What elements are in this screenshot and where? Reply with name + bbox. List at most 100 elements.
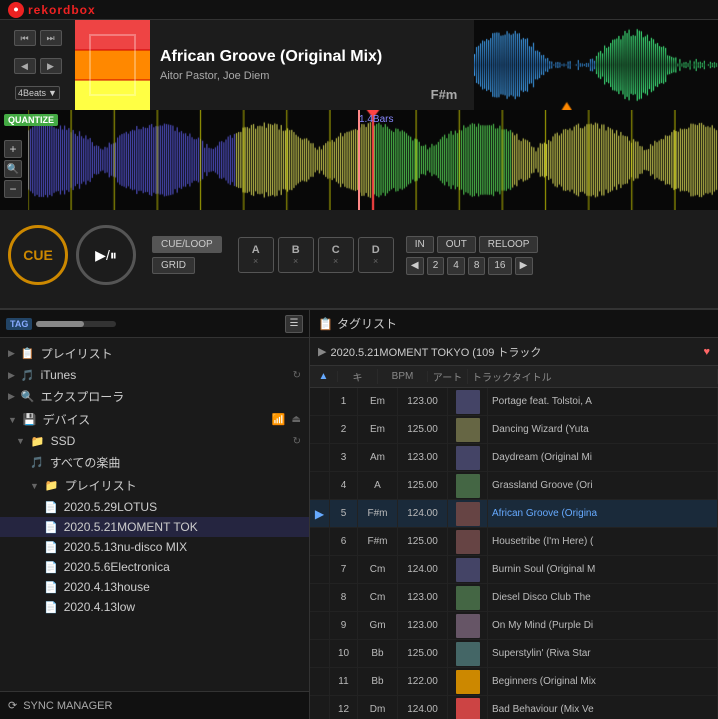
table-row[interactable]: 7 Cm 124.00 Burnin Soul (Original M (310, 556, 718, 584)
grid-btns: GRID (152, 257, 222, 274)
track-bpm: 123.00 (398, 612, 448, 639)
explorer-icon: 🔍 (21, 390, 35, 403)
in-btn[interactable]: IN (406, 236, 434, 253)
prev-btn[interactable]: ⏮ (14, 30, 36, 46)
track-art (448, 612, 488, 639)
loop-nav-row: ◀ 2 4 8 16 ▶ (406, 257, 539, 275)
transport-left: ⏮ ⏭ ◀ ▶ 4Beats ▼ (0, 20, 75, 110)
ssd-refresh[interactable]: ↻ (293, 436, 301, 447)
table-row[interactable]: 11 Bb 122.00 Beginners (Original Mix (310, 668, 718, 696)
table-row[interactable]: 2 Em 125.00 Dancing Wizard (Yuta (310, 416, 718, 444)
explorer-label: エクスプローラ (41, 388, 301, 405)
beats-select[interactable]: 4Beats ▼ (15, 86, 60, 100)
logo: ⏺ rekordbox (8, 2, 96, 18)
hotcue-a[interactable]: A × (238, 237, 274, 273)
hotcue-c[interactable]: C × (318, 237, 354, 273)
track-info-row: ⏮ ⏭ ◀ ▶ 4Beats ▼ (0, 20, 718, 110)
th-art: アート (428, 369, 468, 384)
play-icon-cell (310, 668, 330, 695)
list-view-btn[interactable]: ☰ (285, 315, 303, 333)
playlist-list-icon: ▶ (318, 345, 326, 358)
track-meta: African Groove (Original Mix) Aitor Past… (150, 20, 414, 110)
table-row[interactable]: 4 A 125.00 Grassland Groove (Ori (310, 472, 718, 500)
waveform-slider[interactable] (36, 321, 116, 327)
track-bpm: 122.00 (398, 668, 448, 695)
hotcue-b[interactable]: B × (278, 237, 314, 273)
logo-text: rekordbox (28, 3, 96, 17)
playing-arrow: ▶ (315, 507, 324, 521)
sync-bar[interactable]: ⟳ SYNC MANAGER (0, 691, 309, 719)
track-art (448, 556, 488, 583)
art-thumbnail (456, 642, 480, 666)
sidebar-item-house[interactable]: 📄 2020.4.13house (0, 577, 309, 597)
cue-button[interactable]: CUE (8, 225, 68, 285)
zoom-out-btn[interactable]: − (4, 180, 22, 198)
sidebar-item-lotus[interactable]: 📄 2020.5.29LOTUS (0, 497, 309, 517)
art-thumbnail (456, 502, 480, 526)
table-row[interactable]: 8 Cm 123.00 Diesel Disco Club The (310, 584, 718, 612)
track-key: A (358, 472, 398, 499)
track-title: Burnin Soul (Original M (488, 556, 718, 583)
th-bpm[interactable]: BPM (378, 371, 428, 382)
arrow-down-icon: ▼ (30, 481, 39, 491)
reloop-btn[interactable]: RELOOP (479, 236, 539, 253)
sidebar-item-all-tracks[interactable]: 🎵 すべての楽曲 (0, 451, 309, 474)
track-bpm: 123.00 (398, 584, 448, 611)
itunes-label: iTunes (41, 368, 287, 382)
art-thumbnail (456, 390, 480, 414)
table-row[interactable]: 6 F#m 125.00 Housetribe (I'm Here) ( (310, 528, 718, 556)
refresh-icon[interactable]: ↻ (293, 370, 301, 381)
cue-loop-btn[interactable]: CUE/LOOP (152, 236, 222, 253)
table-row[interactable]: 1 Em 123.00 Portage feat. Tolstoi, A (310, 388, 718, 416)
table-row[interactable]: 9 Gm 123.00 On My Mind (Purple Di (310, 612, 718, 640)
loop-16-btn[interactable]: 16 (488, 257, 511, 275)
sidebar-item-explorer[interactable]: ▶ 🔍 エクスプローラ (0, 385, 309, 408)
th-title[interactable]: トラックタイトル (468, 369, 718, 384)
overview-waveform-container (474, 20, 718, 110)
sidebar-item-low[interactable]: 📄 2020.4.13low (0, 597, 309, 617)
table-row[interactable]: ▶ 5 F#m 124.00 African Groove (Origina (310, 500, 718, 528)
track-title: Portage feat. Tolstoi, A (488, 388, 718, 415)
table-row[interactable]: 10 Bb 125.00 Superstylin' (Riva Star (310, 640, 718, 668)
zoom-in-btn[interactable]: + (4, 140, 22, 158)
table-row[interactable]: 3 Am 123.00 Daydream (Original Mi (310, 444, 718, 472)
sync-label: SYNC MANAGER (23, 700, 112, 712)
hotcue-d[interactable]: D × (358, 237, 394, 273)
search-btn[interactable]: 🔍 (4, 160, 22, 178)
grid-btn[interactable]: GRID (152, 257, 195, 274)
sidebar-item-playlist-folder[interactable]: ▼ 📁 プレイリスト (0, 474, 309, 497)
track-list: 1 Em 123.00 Portage feat. Tolstoi, A 2 E… (310, 388, 718, 719)
back-btn[interactable]: ◀ (14, 58, 36, 74)
table-row[interactable]: 12 Dm 124.00 Bad Behaviour (Mix Ve (310, 696, 718, 719)
sidebar-item-moment[interactable]: 📄 2020.5.21MOMENT TOK (0, 517, 309, 537)
track-title: On My Mind (Purple Di (488, 612, 718, 639)
sidebar-item-nudisco[interactable]: 📄 2020.5.13nu-disco MIX (0, 537, 309, 557)
track-title: Diesel Disco Club The (488, 584, 718, 611)
loop-prev-btn[interactable]: ◀ (406, 257, 424, 275)
fwd-btn[interactable]: ▶ (40, 58, 62, 74)
play-icon-cell (310, 528, 330, 555)
sidebar-item-device[interactable]: ▼ 💾 デバイス 📶 ⏏ (0, 408, 309, 431)
loop-next-btn[interactable]: ▶ (515, 257, 533, 275)
sidebar: TAG ☰ ▶ 📋 プレイリスト ▶ 🎵 iTunes ↻ (0, 310, 310, 719)
playlist-title: 2020.5.21MOMENT TOKYO (109 トラック (330, 344, 699, 360)
loop-4-btn[interactable]: 4 (447, 257, 465, 275)
sidebar-item-ssd[interactable]: ▼ 📁 SSD ↻ (0, 431, 309, 451)
play-pause-button[interactable]: ▶/⏸ (76, 225, 136, 285)
next-btn[interactable]: ⏭ (40, 30, 62, 46)
moment-label: 2020.5.21MOMENT TOK (64, 520, 301, 534)
bars-indicator: 1.4Bars (359, 114, 393, 125)
sidebar-item-playlists[interactable]: ▶ 📋 プレイリスト (0, 342, 309, 365)
list-icon: 📄 (44, 521, 58, 534)
out-btn[interactable]: OUT (437, 236, 476, 253)
th-num: ▲ (310, 371, 338, 382)
sidebar-item-itunes[interactable]: ▶ 🎵 iTunes ↻ (0, 365, 309, 385)
track-art (448, 472, 488, 499)
loop-2-btn[interactable]: 2 (427, 257, 445, 275)
loop-8-btn[interactable]: 8 (468, 257, 486, 275)
eject-icon[interactable]: ⏏ (292, 414, 301, 425)
track-num: 10 (330, 640, 358, 667)
th-key[interactable]: キ (338, 369, 378, 384)
track-num: 3 (330, 444, 358, 471)
sidebar-item-electronica[interactable]: 📄 2020.5.6Electronica (0, 557, 309, 577)
